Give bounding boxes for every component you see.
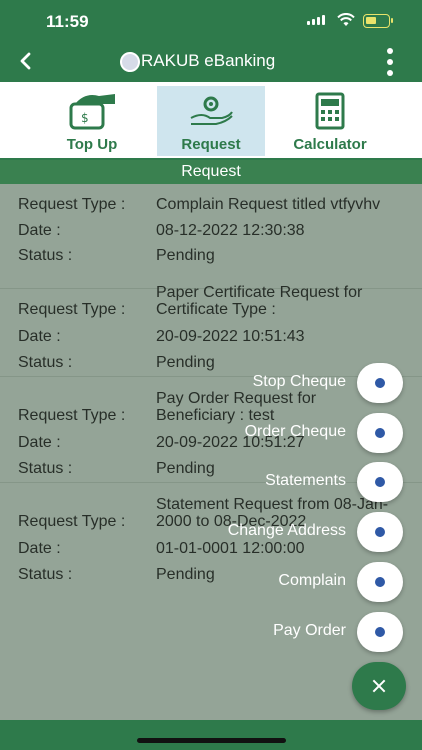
fab-option-button[interactable] (357, 512, 403, 552)
fab-option-button[interactable] (357, 612, 403, 652)
fab-change-address[interactable]: Change Address (0, 512, 422, 552)
fab-stop-cheque[interactable]: Stop Cheque (0, 363, 422, 403)
battery-icon (363, 14, 393, 28)
fab-option-button[interactable] (357, 562, 403, 602)
home-indicator[interactable] (137, 738, 286, 743)
more-menu-icon[interactable] (384, 48, 396, 76)
status-bar: 11:59 (0, 0, 422, 40)
tab-request[interactable]: Request (157, 86, 265, 156)
fab-label: Complain (278, 572, 346, 589)
svg-text:$: $ (81, 111, 89, 125)
app-title: RAKUB eBanking (141, 51, 276, 70)
signal-icon (307, 15, 325, 25)
tab-label: Request (181, 136, 241, 153)
status-time: 11:59 (46, 12, 89, 31)
tab-calculator[interactable]: Calculator (276, 86, 384, 156)
bottom-bar (0, 720, 422, 750)
fab-label: Pay Order (273, 622, 346, 639)
close-fab-button[interactable] (352, 662, 406, 710)
bank-logo (120, 52, 140, 72)
tab-top-up[interactable]: $ Top Up (38, 86, 146, 156)
fab-label: Change Address (227, 522, 346, 539)
fab-order-cheque[interactable]: Order Cheque (0, 413, 422, 453)
fab-label: Stop Cheque (252, 373, 346, 390)
tab-label: Top Up (66, 136, 118, 153)
fab-pay-order[interactable]: Pay Order (0, 612, 422, 652)
fab-option-button[interactable] (357, 462, 403, 502)
fab-label: Order Cheque (244, 423, 346, 440)
fab-complain[interactable]: Complain (0, 562, 422, 602)
app-bar: RAKUB eBanking (0, 40, 422, 82)
wifi-icon (337, 13, 355, 26)
back-icon[interactable] (14, 48, 38, 74)
fab-statements[interactable]: Statements (0, 462, 422, 502)
top-up-icon: $ (69, 94, 115, 130)
calculator-icon (315, 92, 345, 130)
fab-option-button[interactable] (357, 413, 403, 453)
request-icon (190, 96, 233, 125)
fab-label: Statements (265, 472, 346, 489)
feature-tabs: $ Top Up Request Calculator F (0, 82, 422, 238)
fab-option-button[interactable] (357, 363, 403, 403)
tab-label: Calculator (293, 136, 367, 153)
section-title: Request (0, 160, 422, 184)
